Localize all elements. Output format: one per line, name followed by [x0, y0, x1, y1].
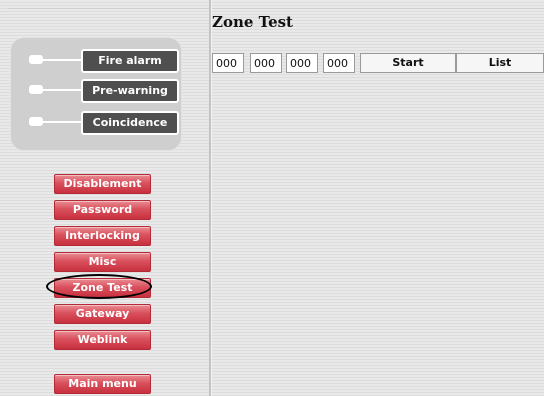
- coincidence-led-icon: [29, 117, 43, 126]
- pre-warning-label: Pre-warning: [81, 79, 179, 103]
- start-button[interactable]: Start: [360, 53, 456, 73]
- menu-button-password[interactable]: Password: [54, 200, 151, 220]
- status-row-pre-warning: Pre-warning: [29, 79, 179, 103]
- zone-input-2[interactable]: [250, 53, 282, 73]
- status-row-coincidence: Coincidence: [29, 111, 179, 135]
- menu-button-gateway[interactable]: Gateway: [54, 304, 151, 324]
- zone-input-1[interactable]: [212, 53, 244, 73]
- coincidence-label: Coincidence: [81, 111, 179, 135]
- page-title: Zone Test: [212, 13, 293, 31]
- menu-button-misc[interactable]: Misc: [54, 252, 151, 272]
- connector-line: [43, 121, 83, 123]
- top-rule: [8, 8, 544, 9]
- zone-input-3[interactable]: [286, 53, 318, 73]
- sidebar: Fire alarm Pre-warning Coincidence Disab…: [0, 0, 209, 396]
- fire-alarm-label: Fire alarm: [81, 49, 179, 73]
- fire-alarm-led-icon: [29, 55, 43, 64]
- pre-warning-led-icon: [29, 85, 43, 94]
- list-button[interactable]: List: [456, 53, 544, 73]
- menu-button-interlocking[interactable]: Interlocking: [54, 226, 151, 246]
- connector-line: [43, 89, 83, 91]
- alarm-status-panel: Fire alarm Pre-warning Coincidence: [10, 37, 182, 151]
- main-menu-button[interactable]: Main menu: [54, 374, 151, 394]
- menu-button-weblink[interactable]: Weblink: [54, 330, 151, 350]
- connector-line: [43, 59, 83, 61]
- menu-button-disablement[interactable]: Disablement: [54, 174, 151, 194]
- zone-input-4[interactable]: [323, 53, 355, 73]
- menu-button-zone-test[interactable]: Zone Test: [54, 278, 151, 298]
- zone-test-toolbar: Start List: [212, 53, 544, 73]
- status-row-fire-alarm: Fire alarm: [29, 49, 179, 73]
